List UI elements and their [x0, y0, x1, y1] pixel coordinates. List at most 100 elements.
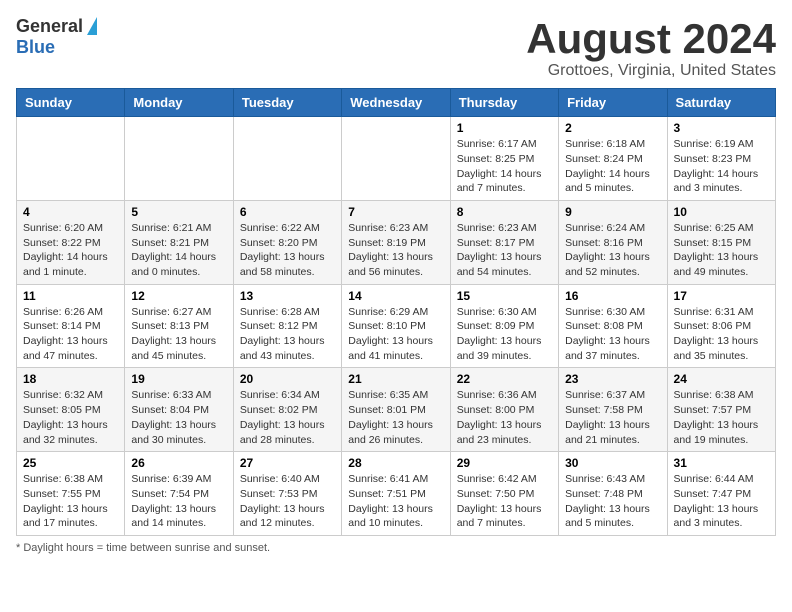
day-info: Sunrise: 6:19 AM Sunset: 8:23 PM Dayligh…	[674, 137, 769, 196]
calendar-cell: 6Sunrise: 6:22 AM Sunset: 8:20 PM Daylig…	[233, 200, 341, 284]
day-info: Sunrise: 6:30 AM Sunset: 8:09 PM Dayligh…	[457, 305, 552, 364]
calendar-cell: 19 Sunrise: 6:33 AM Sunset: 8:04 PM Dayli…	[125, 368, 233, 452]
day-info: Sunrise: 6:21 AM Sunset: 8:21 PM Dayligh…	[131, 221, 226, 280]
day-number: 10	[674, 205, 769, 219]
calendar-cell	[17, 117, 125, 201]
calendar-cell: 20Sunrise: 6:34 AM Sunset: 8:02 PM Dayli…	[233, 368, 341, 452]
calendar-cell: 15 Sunrise: 6:30 AM Sunset: 8:09 PM Dayli…	[450, 284, 558, 368]
calendar-cell: 28 Sunrise: 6:41 AM Sunset: 7:51 PM Dayli…	[342, 452, 450, 536]
day-number: 4	[23, 205, 118, 219]
day-info: Sunrise: 6:41 AM Sunset: 7:51 PM Dayligh…	[348, 472, 443, 531]
calendar-header-row: SundayMondayTuesdayWednesdayThursdayFrid…	[17, 89, 776, 117]
calendar-week-row: 4 Sunrise: 6:20 AM Sunset: 8:22 PM Daylig…	[17, 200, 776, 284]
calendar-cell: 5 Sunrise: 6:21 AM Sunset: 8:21 PM Daylig…	[125, 200, 233, 284]
calendar-week-row: 11 Sunrise: 6:26 AM Sunset: 8:14 PM Dayli…	[17, 284, 776, 368]
calendar-cell: 11 Sunrise: 6:26 AM Sunset: 8:14 PM Dayli…	[17, 284, 125, 368]
day-info: Sunrise: 6:32 AM Sunset: 8:05 PM Dayligh…	[23, 388, 118, 447]
calendar-cell: 1 Sunrise: 6:17 AM Sunset: 8:25 PM Daylig…	[450, 117, 558, 201]
calendar-cell	[342, 117, 450, 201]
day-info: Sunrise: 6:28 AM Sunset: 8:12 PM Dayligh…	[240, 305, 335, 364]
day-number: 3	[674, 121, 769, 135]
logo-general-text: General	[16, 16, 83, 37]
calendar-cell: 3 Sunrise: 6:19 AM Sunset: 8:23 PM Daylig…	[667, 117, 775, 201]
calendar-table: SundayMondayTuesdayWednesdayThursdayFrid…	[16, 88, 776, 536]
day-number: 24	[674, 372, 769, 386]
month-title: August 2024	[526, 16, 776, 62]
calendar-cell: 22 Sunrise: 6:36 AM Sunset: 8:00 PM Dayli…	[450, 368, 558, 452]
calendar-cell: 25Sunrise: 6:38 AM Sunset: 7:55 PM Dayli…	[17, 452, 125, 536]
day-info: Sunrise: 6:34 AM Sunset: 8:02 PM Dayligh…	[240, 388, 335, 447]
day-info: Sunrise: 6:33 AM Sunset: 8:04 PM Dayligh…	[131, 388, 226, 447]
calendar-week-row: 18 Sunrise: 6:32 AM Sunset: 8:05 PM Dayli…	[17, 368, 776, 452]
logo-blue-text: Blue	[16, 37, 55, 58]
day-info: Sunrise: 6:26 AM Sunset: 8:14 PM Dayligh…	[23, 305, 118, 364]
day-number: 14	[348, 289, 443, 303]
calendar-header-wednesday: Wednesday	[342, 89, 450, 117]
day-number: 28	[348, 456, 443, 470]
day-info: Sunrise: 6:36 AM Sunset: 8:00 PM Dayligh…	[457, 388, 552, 447]
day-number: 2	[565, 121, 660, 135]
calendar-cell: 27Sunrise: 6:40 AM Sunset: 7:53 PM Dayli…	[233, 452, 341, 536]
day-info: Sunrise: 6:20 AM Sunset: 8:22 PM Dayligh…	[23, 221, 118, 280]
day-number: 12	[131, 289, 226, 303]
calendar-cell: 16 Sunrise: 6:30 AM Sunset: 8:08 PM Dayli…	[559, 284, 667, 368]
day-number: 25	[23, 456, 118, 470]
day-number: 21	[348, 372, 443, 386]
day-number: 9	[565, 205, 660, 219]
day-info: Sunrise: 6:43 AM Sunset: 7:48 PM Dayligh…	[565, 472, 660, 531]
day-info: Sunrise: 6:23 AM Sunset: 8:19 PM Dayligh…	[348, 221, 443, 280]
calendar-cell: 31 Sunrise: 6:44 AM Sunset: 7:47 PM Dayli…	[667, 452, 775, 536]
day-info: Sunrise: 6:35 AM Sunset: 8:01 PM Dayligh…	[348, 388, 443, 447]
calendar-cell: 8Sunrise: 6:23 AM Sunset: 8:17 PM Daylig…	[450, 200, 558, 284]
day-info: Sunrise: 6:22 AM Sunset: 8:20 PM Dayligh…	[240, 221, 335, 280]
day-info: Sunrise: 6:40 AM Sunset: 7:53 PM Dayligh…	[240, 472, 335, 531]
page-header: General Blue August 2024 Grottoes, Virgi…	[16, 16, 776, 80]
day-number: 18	[23, 372, 118, 386]
footer-note-text: Daylight hours	[23, 542, 93, 554]
day-info: Sunrise: 6:31 AM Sunset: 8:06 PM Dayligh…	[674, 305, 769, 364]
calendar-cell: 26 Sunrise: 6:39 AM Sunset: 7:54 PM Dayli…	[125, 452, 233, 536]
calendar-cell: 13 Sunrise: 6:28 AM Sunset: 8:12 PM Dayli…	[233, 284, 341, 368]
day-number: 19	[131, 372, 226, 386]
day-info: Sunrise: 6:37 AM Sunset: 7:58 PM Dayligh…	[565, 388, 660, 447]
day-info: Sunrise: 6:24 AM Sunset: 8:16 PM Dayligh…	[565, 221, 660, 280]
logo-triangle-icon	[87, 17, 97, 35]
calendar-cell: 9 Sunrise: 6:24 AM Sunset: 8:16 PM Daylig…	[559, 200, 667, 284]
calendar-header-tuesday: Tuesday	[233, 89, 341, 117]
calendar-cell: 24Sunrise: 6:38 AM Sunset: 7:57 PM Dayli…	[667, 368, 775, 452]
calendar-cell	[125, 117, 233, 201]
calendar-cell	[233, 117, 341, 201]
day-info: Sunrise: 6:27 AM Sunset: 8:13 PM Dayligh…	[131, 305, 226, 364]
day-number: 26	[131, 456, 226, 470]
calendar-cell: 21 Sunrise: 6:35 AM Sunset: 8:01 PM Dayli…	[342, 368, 450, 452]
day-number: 5	[131, 205, 226, 219]
calendar-cell: 2Sunrise: 6:18 AM Sunset: 8:24 PM Daylig…	[559, 117, 667, 201]
calendar-header-saturday: Saturday	[667, 89, 775, 117]
day-number: 13	[240, 289, 335, 303]
calendar-header-sunday: Sunday	[17, 89, 125, 117]
day-number: 22	[457, 372, 552, 386]
day-info: Sunrise: 6:39 AM Sunset: 7:54 PM Dayligh…	[131, 472, 226, 531]
calendar-header-thursday: Thursday	[450, 89, 558, 117]
day-info: Sunrise: 6:44 AM Sunset: 7:47 PM Dayligh…	[674, 472, 769, 531]
calendar-week-row: 25Sunrise: 6:38 AM Sunset: 7:55 PM Dayli…	[17, 452, 776, 536]
day-number: 31	[674, 456, 769, 470]
calendar-cell: 10 Sunrise: 6:25 AM Sunset: 8:15 PM Dayli…	[667, 200, 775, 284]
calendar-cell: 29Sunrise: 6:42 AM Sunset: 7:50 PM Dayli…	[450, 452, 558, 536]
calendar-cell: 12 Sunrise: 6:27 AM Sunset: 8:13 PM Dayli…	[125, 284, 233, 368]
calendar-cell: 7Sunrise: 6:23 AM Sunset: 8:19 PM Daylig…	[342, 200, 450, 284]
day-info: Sunrise: 6:17 AM Sunset: 8:25 PM Dayligh…	[457, 137, 552, 196]
logo: General Blue	[16, 16, 97, 58]
day-info: Sunrise: 6:25 AM Sunset: 8:15 PM Dayligh…	[674, 221, 769, 280]
footer-note: * Daylight hours = time between sunrise …	[16, 542, 776, 554]
day-number: 30	[565, 456, 660, 470]
calendar-cell: 14Sunrise: 6:29 AM Sunset: 8:10 PM Dayli…	[342, 284, 450, 368]
calendar-cell: 17Sunrise: 6:31 AM Sunset: 8:06 PM Dayli…	[667, 284, 775, 368]
day-info: Sunrise: 6:30 AM Sunset: 8:08 PM Dayligh…	[565, 305, 660, 364]
day-number: 16	[565, 289, 660, 303]
day-number: 15	[457, 289, 552, 303]
day-info: Sunrise: 6:42 AM Sunset: 7:50 PM Dayligh…	[457, 472, 552, 531]
day-info: Sunrise: 6:23 AM Sunset: 8:17 PM Dayligh…	[457, 221, 552, 280]
day-number: 1	[457, 121, 552, 135]
day-number: 11	[23, 289, 118, 303]
